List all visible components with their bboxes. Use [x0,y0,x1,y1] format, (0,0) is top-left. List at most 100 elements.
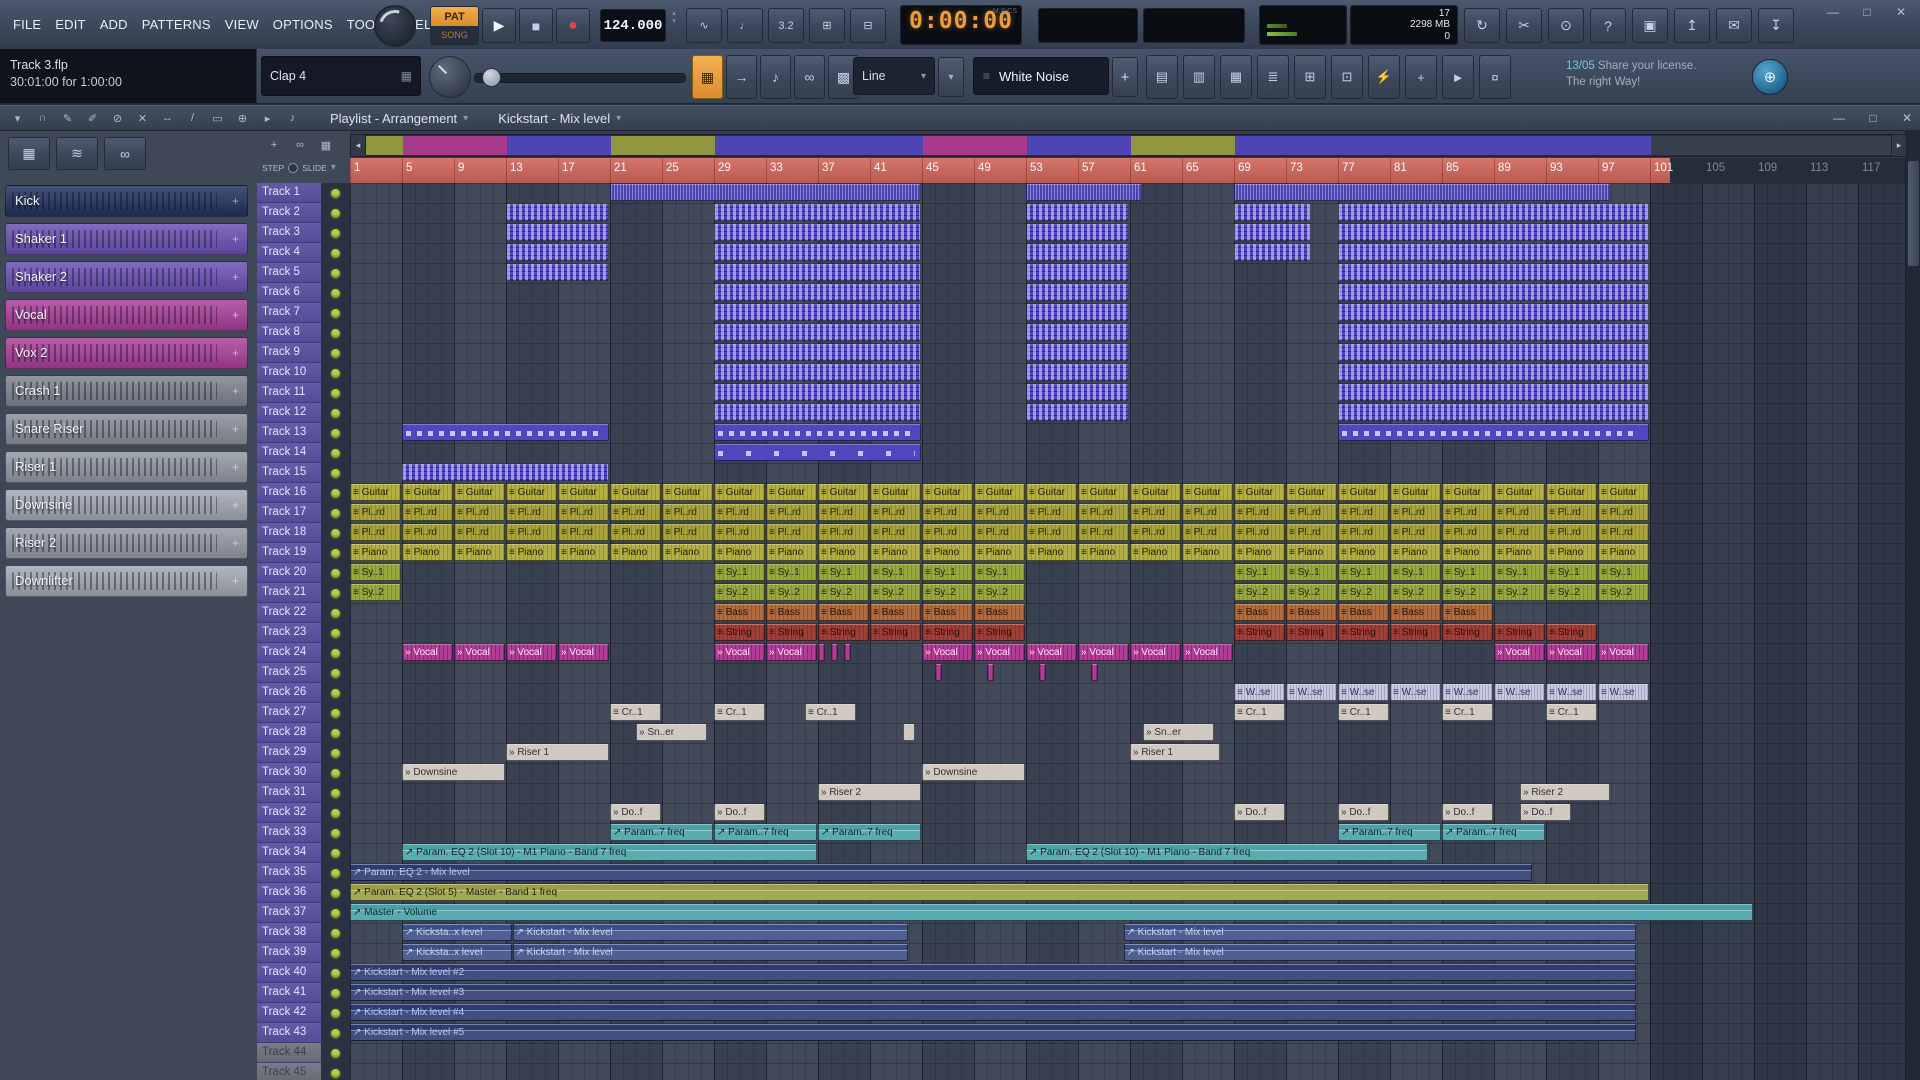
clip[interactable]: » Vocal [922,644,973,661]
link2-icon[interactable]: ∞ [287,134,313,156]
brush-icon[interactable]: ✐ [81,108,104,129]
clip[interactable] [1026,364,1129,381]
remote-icon[interactable]: + [1405,55,1437,99]
clip[interactable]: ≡ Pl..rd [402,504,453,521]
clip[interactable]: ↗ Kickstart - Mix level #2 [350,964,1636,981]
clip[interactable]: ≡ Cr..1 [805,704,856,721]
clip[interactable]: » Do..f [1234,804,1285,821]
menu-file[interactable]: FILE [6,13,48,36]
track-name[interactable]: Track 31 [257,783,321,803]
clip[interactable]: ≡ Pl..rd [1598,504,1649,521]
export-icon[interactable]: ↥ [1674,8,1710,43]
clip[interactable] [1234,184,1610,201]
clip[interactable]: ≡ Bass [974,604,1025,621]
view-channelrack-icon[interactable]: ▦ [1220,55,1252,99]
clip[interactable]: ≡ Pl..rd [1494,504,1545,521]
track-mute-led[interactable] [331,449,340,458]
clip[interactable] [1338,244,1649,261]
clip[interactable]: ≡ Pl..rd [1286,524,1337,541]
clip[interactable]: ≡ Pl..rd [766,524,817,541]
track-mute-led[interactable] [331,229,340,238]
track-name[interactable]: Track 29 [257,743,321,763]
track-mute-led[interactable] [331,329,340,338]
track-name[interactable]: Track 45 [257,1063,321,1080]
stepper-down-icon[interactable]: ▾ [668,18,680,26]
clip[interactable]: ≡ Sy..1 [1546,564,1597,581]
clip[interactable]: » Vocal [506,644,557,661]
track-mute-led[interactable] [331,389,340,398]
clip[interactable]: ≡ Piano [1338,544,1389,561]
clip[interactable]: ↗ Kicksta..x level [402,944,512,961]
clip[interactable]: ≡ Bass [1442,604,1493,621]
clip[interactable]: ≡ Pl..rd [610,524,661,541]
clip[interactable]: ≡ Pl..rd [558,524,609,541]
clip[interactable]: ≡ String [1338,624,1389,641]
clip[interactable]: ↗ Param..7 freq [818,824,921,841]
track-mute-led[interactable] [331,689,340,698]
clip[interactable]: ≡ Cr..1 [714,704,765,721]
countdown-icon[interactable]: 3.2 [768,8,804,43]
clip[interactable]: ≡ Guitar [1442,484,1493,501]
track-name[interactable]: Track 3 [257,223,321,243]
track-mute-led[interactable] [331,649,340,658]
overview-scrollbar[interactable] [350,134,1907,157]
clip[interactable]: ↗ Kickstart - Mix level #3 [350,984,1636,1001]
clip[interactable]: » Riser 2 [818,784,921,801]
clip[interactable] [1338,224,1649,241]
track-mute-led[interactable] [331,789,340,798]
clip[interactable]: ≡ Pl..rd [1598,524,1649,541]
clip[interactable]: ↗ Param. EQ 2 (Slot 10) - M1 Piano - Ban… [1026,844,1428,861]
menu-dropdown-button[interactable]: ▾ [938,57,964,97]
clip[interactable]: ≡ String [1234,624,1285,641]
track-mute-led[interactable] [331,269,340,278]
main-pitch-knob[interactable] [429,56,471,98]
track-name[interactable]: Track 6 [257,283,321,303]
clip[interactable]: ≡ W..se [1338,684,1389,701]
track-name[interactable]: Track 30 [257,763,321,783]
clip[interactable]: ≡ Piano [1286,544,1337,561]
clip[interactable]: ≡ String [974,624,1025,641]
track-name[interactable]: Track 9 [257,343,321,363]
clip[interactable]: ≡ Bass [922,604,973,621]
maximize-button[interactable]: □ [1854,3,1880,21]
pl-close-button[interactable]: ✕ [1894,109,1920,127]
clip[interactable]: ≡ Bass [766,604,817,621]
track-name[interactable]: Track 43 [257,1023,321,1043]
clip[interactable]: ≡ Guitar [1234,484,1285,501]
clip[interactable]: ≡ String [714,624,765,641]
add-generator-button[interactable]: + [1112,57,1138,97]
globe-icon[interactable]: ⊕ [1752,59,1788,95]
snap-selector[interactable]: Line ▾ [853,57,935,95]
clip[interactable] [1026,184,1142,201]
track-name[interactable]: Track 12 [257,403,321,423]
clip[interactable]: ≡ Sy..1 [1494,564,1545,581]
track-name[interactable]: Track 26 [257,683,321,703]
clip[interactable]: ≡ Piano [506,544,557,561]
clip[interactable]: ≡ W..se [1546,684,1597,701]
clip[interactable] [1026,284,1129,301]
clip[interactable]: » Do..f [1520,804,1571,821]
achievements-icon[interactable]: ► [1442,55,1474,99]
clip[interactable]: ≡ Pl..rd [1338,524,1389,541]
clip[interactable] [714,264,921,281]
clip[interactable]: ≡ Pl..rd [402,524,453,541]
record-button[interactable]: ● [556,8,590,43]
menu-view[interactable]: VIEW [218,13,266,36]
delete-icon[interactable]: ⊘ [106,108,129,129]
clip[interactable]: ≡ Pl..rd [1130,524,1181,541]
clip[interactable] [1026,404,1129,421]
clip[interactable]: ≡ Sy..2 [1494,584,1545,601]
clip[interactable]: ≡ W..se [1390,684,1441,701]
clip[interactable]: ≡ Piano [1442,544,1493,561]
clip[interactable]: ≡ Sy..1 [1234,564,1285,581]
clip[interactable]: ↗ Param..7 freq [610,824,713,841]
clip[interactable]: ≡ Pl..rd [1442,504,1493,521]
clip[interactable]: ≡ Sy..2 [1390,584,1441,601]
track-name[interactable]: Track 20 [257,563,321,583]
track-name[interactable]: Track 13 [257,423,321,443]
clip[interactable]: ↗ Param. EQ 2 (Slot 5) - Master - Band 1… [350,884,1649,901]
picker-item[interactable]: Downlifter+ [5,565,248,597]
track-mute-led[interactable] [331,929,340,938]
clip[interactable] [1026,324,1129,341]
clip[interactable]: ≡ W..se [1598,684,1649,701]
